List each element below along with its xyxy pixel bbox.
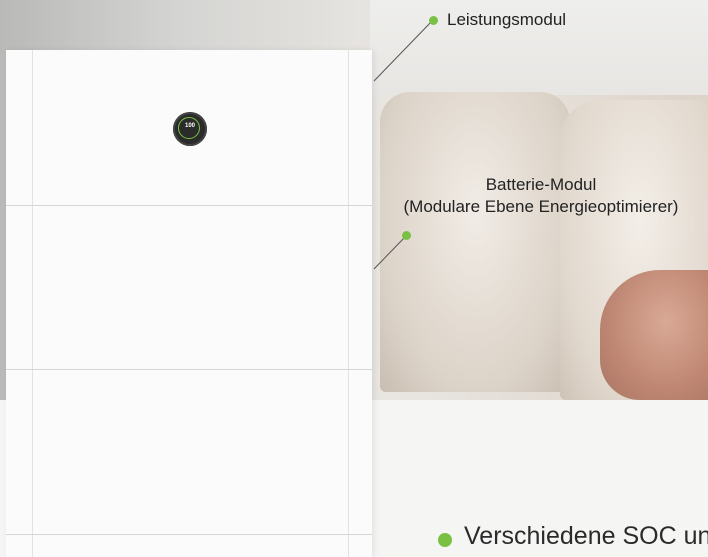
callout-label-power-module: Leistungsmodul <box>447 10 567 29</box>
callout-dot-power-module <box>429 16 438 25</box>
leader-line-power-module <box>373 19 434 82</box>
feature-bullet-text: Verschiedene SOC un <box>464 522 708 550</box>
callout-label-battery-module: Batterie-Modul (Modulare Ebene Energieop… <box>374 174 708 218</box>
bullet-dot <box>438 533 452 547</box>
battery-module-subtitle: (Modulare Ebene Energieoptimierer) <box>403 197 679 216</box>
battery-module-title: Batterie-Modul <box>485 175 597 194</box>
leader-line-battery-module <box>373 235 407 270</box>
callout-dot-battery-module <box>402 231 411 240</box>
leader-lines <box>373 19 434 270</box>
